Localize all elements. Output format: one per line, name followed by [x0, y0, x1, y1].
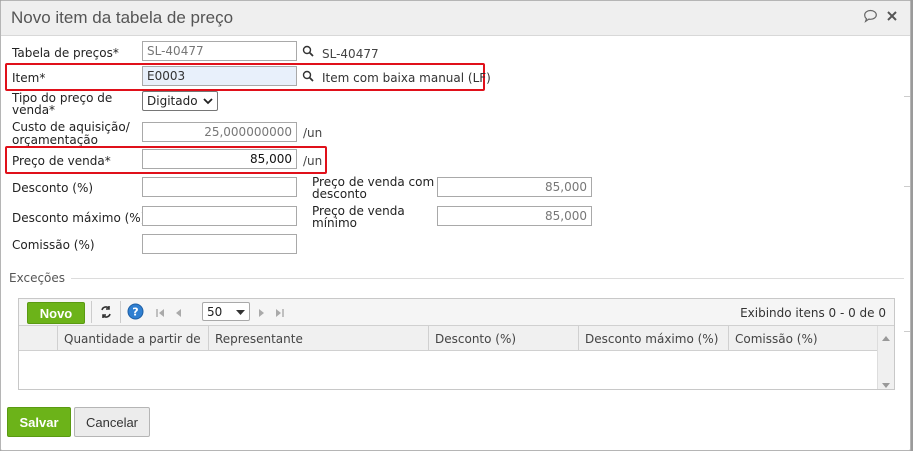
- grid-header-comissao[interactable]: Comissão (%): [729, 326, 879, 350]
- item-label: Item*: [12, 71, 46, 85]
- custo-label-line2: orçamentação: [12, 133, 98, 147]
- comissao-input[interactable]: [142, 234, 297, 254]
- pv-min-label-line2: mínimo: [312, 216, 357, 230]
- item-description: Item com baixa manual (LF): [322, 71, 491, 85]
- desconto-max-label: Desconto máximo (%): [12, 211, 146, 225]
- grid-header-desconto[interactable]: Desconto (%): [429, 326, 579, 350]
- grid-header-representante[interactable]: Representante: [209, 326, 429, 350]
- first-page-icon[interactable]: [156, 307, 165, 321]
- prev-page-icon[interactable]: [175, 307, 182, 321]
- tabela-label: Tabela de preços*: [12, 46, 119, 60]
- section-divider: [9, 278, 904, 279]
- search-icon[interactable]: [302, 70, 314, 85]
- grid-header: Quantidade a partir de Representante Des…: [19, 326, 894, 351]
- grid-header-checkbox-col: [19, 326, 58, 350]
- toolbar-separator: [91, 301, 92, 323]
- tabela-input[interactable]: SL-40477: [142, 41, 297, 61]
- close-icon[interactable]: [886, 10, 898, 25]
- grid-toolbar: Novo ? 50 Exibindo itens 0 - 0 de 0: [19, 299, 894, 326]
- grid-header-quantidade[interactable]: Quantidade a partir de: [58, 326, 209, 350]
- preco-input[interactable]: 85,000: [142, 149, 297, 169]
- toolbar-separator: [120, 301, 121, 323]
- tipo-label-line2: venda*: [12, 103, 56, 117]
- chevron-down-icon: [203, 94, 213, 108]
- cancelar-button[interactable]: Cancelar: [74, 407, 150, 437]
- novo-button[interactable]: Novo: [27, 302, 85, 324]
- grid-scrollbar[interactable]: [877, 326, 894, 389]
- svg-text:?: ?: [132, 306, 138, 319]
- page-size-select[interactable]: 50: [202, 302, 250, 321]
- dialog-scrollbar[interactable]: [904, 36, 910, 436]
- search-icon[interactable]: [302, 45, 314, 60]
- excecoes-legend: Exceções: [9, 271, 72, 285]
- dialog-title: Novo item da tabela de preço: [11, 8, 234, 27]
- custo-unit: /un: [303, 126, 323, 140]
- preco-unit: /un: [303, 154, 323, 168]
- last-page-icon[interactable]: [275, 307, 284, 321]
- tabela-description: SL-40477: [322, 47, 379, 61]
- grid-header-desconto-maximo[interactable]: Desconto máximo (%): [579, 326, 729, 350]
- tipo-select[interactable]: Digitado: [142, 91, 218, 111]
- scroll-up-icon[interactable]: [882, 330, 890, 344]
- tipo-select-value: Digitado: [147, 94, 198, 108]
- desconto-input[interactable]: [142, 177, 297, 197]
- grid-status: Exibindo itens 0 - 0 de 0: [740, 306, 886, 320]
- chevron-down-icon: [236, 305, 245, 319]
- pv-min-input: 85,000: [437, 206, 592, 226]
- next-page-icon[interactable]: [258, 307, 265, 321]
- custo-label-line1: Custo de aquisição/: [12, 120, 130, 134]
- scroll-down-icon[interactable]: [882, 377, 890, 391]
- custo-input: 25,000000000: [142, 122, 297, 142]
- pv-desconto-input: 85,000: [437, 177, 592, 197]
- pv-desconto-label-line2: desconto: [312, 187, 367, 201]
- refresh-icon[interactable]: [99, 305, 113, 322]
- chat-icon[interactable]: [863, 9, 878, 26]
- help-icon[interactable]: ?: [127, 303, 144, 323]
- item-input[interactable]: E0003: [142, 66, 297, 86]
- page-size-value: 50: [207, 304, 223, 319]
- dialog-titlebar: Novo item da tabela de preço: [1, 1, 910, 36]
- excecoes-grid: Novo ? 50 Exibindo itens 0 - 0 de 0 Quan…: [18, 298, 895, 390]
- salvar-button[interactable]: Salvar: [7, 407, 71, 437]
- desconto-max-input[interactable]: [142, 206, 297, 226]
- desconto-label: Desconto (%): [12, 181, 94, 195]
- preco-label: Preço de venda*: [12, 154, 111, 168]
- price-table-item-dialog: Novo item da tabela de preço Tabela de p…: [0, 0, 911, 451]
- comissao-label: Comissão (%): [12, 238, 95, 252]
